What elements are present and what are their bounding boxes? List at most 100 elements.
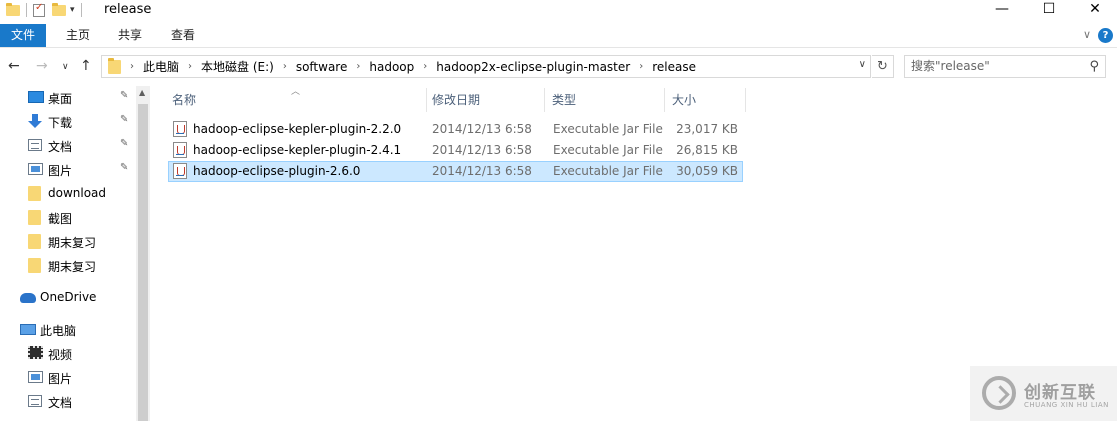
- navigation-pane: 桌面 ✎ 下载 ✎ 文档 ✎ 图片 ✎ download 截图 期末复习 期末复…: [0, 86, 150, 421]
- column-header-name[interactable]: 名称: [168, 88, 427, 112]
- column-header-type[interactable]: 类型: [548, 88, 665, 112]
- toolbar-divider: [26, 3, 27, 17]
- breadcrumb-local-disk[interactable]: 本地磁盘 (E:): [201, 58, 274, 75]
- jar-file-icon: [173, 121, 187, 137]
- file-row-selected[interactable]: hadoop-eclipse-plugin-2.6.0 2014/12/13 6…: [168, 161, 743, 182]
- tab-share[interactable]: 共享: [104, 24, 156, 47]
- sidebar-item-label: OneDrive: [40, 290, 97, 304]
- up-arrow-icon[interactable]: ↑: [80, 58, 92, 74]
- file-name: hadoop-eclipse-kepler-plugin-2.2.0: [193, 122, 402, 136]
- chevron-right-icon[interactable]: ›: [188, 61, 192, 72]
- cloud-icon: [20, 293, 36, 303]
- search-input[interactable]: 搜索"release" ⚲: [904, 55, 1106, 78]
- properties-icon[interactable]: [33, 2, 45, 17]
- file-type: Executable Jar File: [553, 143, 663, 157]
- download-arrow-icon: [28, 114, 42, 128]
- tab-file[interactable]: 文件: [0, 24, 46, 47]
- file-date: 2014/12/13 6:58: [432, 122, 532, 136]
- minimize-button[interactable]: —: [980, 0, 1024, 20]
- scrollbar-thumb[interactable]: [138, 104, 148, 421]
- ribbon-tabs: 文件 主页 共享 查看 ∨ ?: [0, 24, 1117, 48]
- refresh-button[interactable]: ↻: [872, 55, 894, 78]
- file-type: Executable Jar File: [553, 122, 663, 136]
- tab-home[interactable]: 主页: [52, 24, 104, 47]
- sidebar-item-screenshots[interactable]: 截图: [0, 206, 136, 228]
- sidebar-item-desktop[interactable]: 桌面 ✎: [0, 86, 136, 108]
- sidebar-item-review-2[interactable]: 期末复习: [0, 254, 136, 276]
- chevron-right-icon[interactable]: ›: [283, 61, 287, 72]
- title-bar: ▾ release — ☐ ✕: [0, 0, 1117, 20]
- folder-icon: [28, 234, 41, 249]
- navigation-scrollbar[interactable]: ▲: [136, 86, 150, 421]
- recent-locations-icon[interactable]: ∨: [62, 62, 69, 72]
- breadcrumb-release[interactable]: release: [652, 60, 696, 74]
- file-row[interactable]: hadoop-eclipse-kepler-plugin-2.2.0 2014/…: [168, 119, 743, 140]
- sidebar-item-label: 截图: [48, 212, 73, 226]
- folder-icon: [28, 210, 41, 225]
- close-button[interactable]: ✕: [1073, 0, 1117, 20]
- watermark-text: 创新互联: [1024, 383, 1096, 403]
- tab-view[interactable]: 查看: [157, 24, 209, 47]
- pin-icon: ✎: [120, 114, 129, 125]
- toolbar-divider: [80, 3, 82, 17]
- chevron-right-icon[interactable]: ›: [356, 61, 360, 72]
- file-row[interactable]: hadoop-eclipse-kepler-plugin-2.4.1 2014/…: [168, 140, 743, 161]
- sidebar-item-this-pc[interactable]: 此电脑: [0, 318, 136, 340]
- breadcrumb-this-pc[interactable]: 此电脑: [143, 58, 179, 75]
- sidebar-item-pc-documents[interactable]: 文档: [0, 390, 136, 412]
- chevron-right-icon[interactable]: ›: [130, 61, 134, 72]
- sidebar-item-download-folder[interactable]: download: [0, 182, 136, 204]
- pin-icon: ✎: [120, 138, 129, 149]
- address-dropdown-icon[interactable]: ∨: [859, 59, 866, 70]
- expand-ribbon-icon[interactable]: ∨: [1083, 28, 1091, 41]
- search-placeholder: 搜索"release": [911, 59, 990, 73]
- sidebar-item-documents[interactable]: 文档 ✎: [0, 134, 136, 156]
- maximize-button[interactable]: ☐: [1027, 0, 1071, 20]
- file-date: 2014/12/13 6:58: [432, 143, 532, 157]
- breadcrumb-hadoop[interactable]: hadoop: [369, 60, 414, 74]
- watermark-subtext: CHUANG XIN HU LIAN: [1024, 401, 1109, 409]
- new-folder-icon[interactable]: [52, 2, 66, 16]
- sidebar-item-label: download: [48, 186, 107, 200]
- jar-file-icon: [173, 163, 187, 179]
- breadcrumb-plugin-master[interactable]: hadoop2x-eclipse-plugin-master: [436, 60, 630, 74]
- file-size: 23,017 KB: [676, 122, 738, 136]
- pin-icon: ✎: [120, 90, 129, 101]
- sidebar-item-label: 图片: [48, 164, 73, 178]
- sidebar-item-label: 文档: [48, 396, 73, 410]
- sidebar-item-pc-pictures[interactable]: 图片: [0, 366, 136, 388]
- video-icon: [28, 346, 43, 359]
- refresh-icon: ↻: [877, 59, 888, 74]
- sidebar-item-label: 桌面: [48, 92, 73, 106]
- breadcrumb-software[interactable]: software: [296, 60, 348, 74]
- picture-icon: [28, 163, 43, 175]
- help-icon[interactable]: ?: [1098, 28, 1113, 43]
- pin-icon: ✎: [120, 162, 129, 173]
- file-name: hadoop-eclipse-plugin-2.6.0: [193, 164, 361, 178]
- file-size: 30,059 KB: [676, 164, 738, 178]
- chevron-right-icon[interactable]: ›: [423, 61, 427, 72]
- column-header-date[interactable]: 修改日期: [428, 88, 545, 112]
- document-icon: [28, 139, 42, 151]
- window-title: release: [104, 2, 152, 17]
- column-header-size[interactable]: 大小: [668, 88, 746, 112]
- sidebar-item-downloads[interactable]: 下载 ✎: [0, 110, 136, 132]
- sidebar-item-label: 图片: [48, 372, 73, 386]
- watermark-logo: 创新互联 CHUANG XIN HU LIAN: [970, 366, 1117, 421]
- file-type: Executable Jar File: [553, 164, 663, 178]
- sidebar-item-pictures[interactable]: 图片 ✎: [0, 158, 136, 180]
- sidebar-item-label: 文档: [48, 140, 73, 154]
- search-icon[interactable]: ⚲: [1089, 56, 1099, 77]
- customize-toolbar-icon[interactable]: ▾: [70, 5, 75, 15]
- sidebar-item-label: 下载: [48, 116, 73, 130]
- file-date: 2014/12/13 6:58: [432, 164, 532, 178]
- brand-logo-icon: [982, 376, 1016, 410]
- back-arrow-icon[interactable]: ←: [8, 58, 20, 74]
- sidebar-item-onedrive[interactable]: OneDrive: [0, 286, 136, 308]
- sidebar-item-review-1[interactable]: 期末复习: [0, 230, 136, 252]
- address-bar[interactable]: › 此电脑 › 本地磁盘 (E:) › software › hadoop › …: [101, 55, 871, 78]
- forward-arrow-icon[interactable]: →: [36, 58, 48, 74]
- scroll-up-arrow-icon[interactable]: ▲: [139, 88, 145, 97]
- chevron-right-icon[interactable]: ›: [639, 61, 643, 72]
- sidebar-item-videos[interactable]: 视频: [0, 342, 136, 364]
